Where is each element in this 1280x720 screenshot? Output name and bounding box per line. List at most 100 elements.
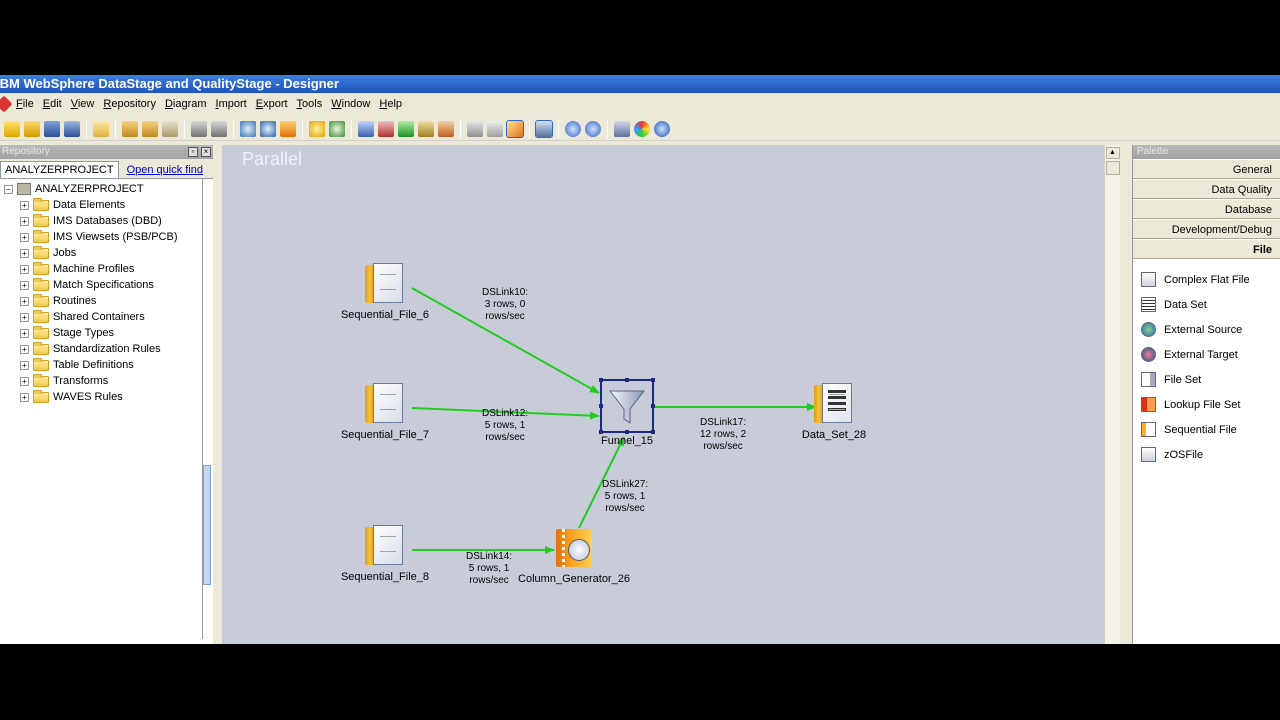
menu-bar: File Edit View Repository Diagram Import… [0,93,1280,115]
step-icon[interactable] [418,120,434,137]
expand-icon[interactable]: + [20,232,29,242]
expand-icon[interactable]: + [20,328,29,338]
menu-repository[interactable]: Repository [103,98,156,110]
expand-icon[interactable]: + [20,296,29,306]
tree-item-jobs[interactable]: + Jobs [0,245,202,261]
tree-item-machine-profiles[interactable]: + Machine Profiles [0,261,202,277]
expand-icon[interactable]: + [20,216,29,226]
expand-icon[interactable]: + [20,248,29,258]
tree-item-shared-containers[interactable]: + Shared Containers [0,309,202,325]
find-icon[interactable] [260,120,276,137]
help-icon[interactable] [654,120,670,137]
menu-diagram[interactable]: Diagram [165,98,207,110]
palette-item-data-set[interactable]: Data Set [1133,292,1280,317]
tree-item-data-elements[interactable]: + Data Elements [0,197,202,213]
grid-icon[interactable] [358,120,374,137]
print-icon[interactable] [614,120,630,137]
redo-icon[interactable] [211,120,227,137]
expand-icon[interactable]: + [20,344,29,354]
stage-sequential-file-7[interactable]: Sequential_File_7 [340,383,430,441]
stage-sequential-file-8[interactable]: Sequential_File_8 [340,525,430,583]
repository-scrollbar[interactable] [203,465,211,585]
zoom-out-icon[interactable] [585,120,601,137]
palette-item-complex-flat-file[interactable]: Complex Flat File [1133,267,1280,292]
save-icon[interactable] [44,120,60,137]
copy-icon[interactable] [142,120,158,137]
stage-data-set-28[interactable]: Data_Set_28 [794,383,874,441]
tree-item-ims-databases[interactable]: + IMS Databases (DBD) [0,213,202,229]
compile-icon[interactable] [309,120,325,137]
palette-item-external-target[interactable]: External Target [1133,342,1280,367]
tree-item-stage-types[interactable]: + Stage Types [0,325,202,341]
tree-item-ims-viewsets[interactable]: + IMS Viewsets (PSB/PCB) [0,229,202,245]
app-icon[interactable] [0,95,13,113]
expand-icon[interactable]: + [20,200,29,210]
expand-icon[interactable]: + [20,280,29,290]
tree-item-routines[interactable]: + Routines [0,293,202,309]
palette-category-general[interactable]: General [1133,159,1280,179]
paste-icon[interactable] [162,120,178,137]
stop-icon[interactable] [378,120,394,137]
stage-column-generator-26[interactable]: Column_Generator_26 [517,527,631,585]
palette-category-database[interactable]: Database [1133,199,1280,219]
collapse-icon[interactable]: − [4,184,13,194]
tree-item-match-specifications[interactable]: + Match Specifications [0,277,202,293]
tree-item-table-definitions[interactable]: + Table Definitions [0,357,202,373]
tree-item-waves-rules[interactable]: + WAVES Rules [0,389,202,405]
save-all-icon[interactable] [64,120,80,137]
menu-edit[interactable]: Edit [43,98,62,110]
menu-export[interactable]: Export [256,98,288,110]
palette-category-development-debug[interactable]: Development/Debug [1133,219,1280,239]
table-icon[interactable] [467,120,483,137]
sequential-file-icon [365,525,405,567]
scroll-up-icon[interactable]: ▲ [1105,147,1120,159]
properties-icon[interactable] [93,120,109,137]
palette-icon[interactable] [634,120,650,137]
folder-icon [33,325,49,339]
cut-icon[interactable] [122,120,138,137]
palette-item-sequential-file[interactable]: Sequential File [1133,417,1280,442]
close-icon[interactable]: × [201,147,211,157]
palette-item-zosfile[interactable]: zOSFile [1133,442,1280,467]
menu-help[interactable]: Help [379,98,402,110]
job-canvas[interactable]: Parallel Sequential_File_6 Sequential_Fi… [222,145,1104,644]
stage-funnel-15[interactable]: Funnel_15 [584,378,670,447]
menu-file[interactable]: File [16,98,34,110]
tab-project[interactable]: ANALYZERPROJECT [0,161,119,178]
run-icon[interactable] [398,120,414,137]
pin-icon[interactable]: ▫ [188,147,198,157]
palette-category-data-quality[interactable]: Data Quality [1133,179,1280,199]
schedule-icon[interactable] [329,120,345,137]
tree-item-transforms[interactable]: + Transforms [0,373,202,389]
palette-item-lookup-file-set[interactable]: Lookup File Set [1133,392,1280,417]
scroll-thumb[interactable] [1105,161,1120,175]
canvas-vertical-scrollbar[interactable]: ▲ [1104,145,1120,644]
fit-to-window-icon[interactable] [535,119,553,138]
open-quick-find-link[interactable]: Open quick find [123,162,207,178]
menu-tools[interactable]: Tools [297,98,323,110]
annotation-icon[interactable] [487,120,503,137]
expand-icon[interactable]: + [20,312,29,322]
menu-window[interactable]: Window [331,98,370,110]
menu-import[interactable]: Import [216,98,247,110]
undo-icon[interactable] [191,120,207,137]
open-icon[interactable] [24,120,40,137]
new-icon[interactable] [4,120,20,137]
palette-item-file-set[interactable]: File Set [1133,367,1280,392]
zoom-in-icon[interactable] [565,120,581,137]
expand-icon[interactable]: + [20,264,29,274]
expand-icon[interactable]: + [20,376,29,386]
palette-category-file[interactable]: File [1133,239,1280,259]
palette-item-external-source[interactable]: External Source [1133,317,1280,342]
title-bar[interactable]: IBM WebSphere DataStage and QualityStage… [0,75,1280,93]
zoom-icon[interactable] [240,120,256,137]
menu-view[interactable]: View [71,98,95,110]
link-icon[interactable] [280,120,296,137]
pencil-icon[interactable] [506,119,524,138]
tree-root[interactable]: − ANALYZERPROJECT [0,181,202,197]
expand-icon[interactable]: + [20,360,29,370]
tree-item-standardization-rules[interactable]: + Standardization Rules [0,341,202,357]
expand-icon[interactable]: + [20,392,29,402]
stage-sequential-file-6[interactable]: Sequential_File_6 [340,263,430,321]
debug-icon[interactable] [438,120,454,137]
